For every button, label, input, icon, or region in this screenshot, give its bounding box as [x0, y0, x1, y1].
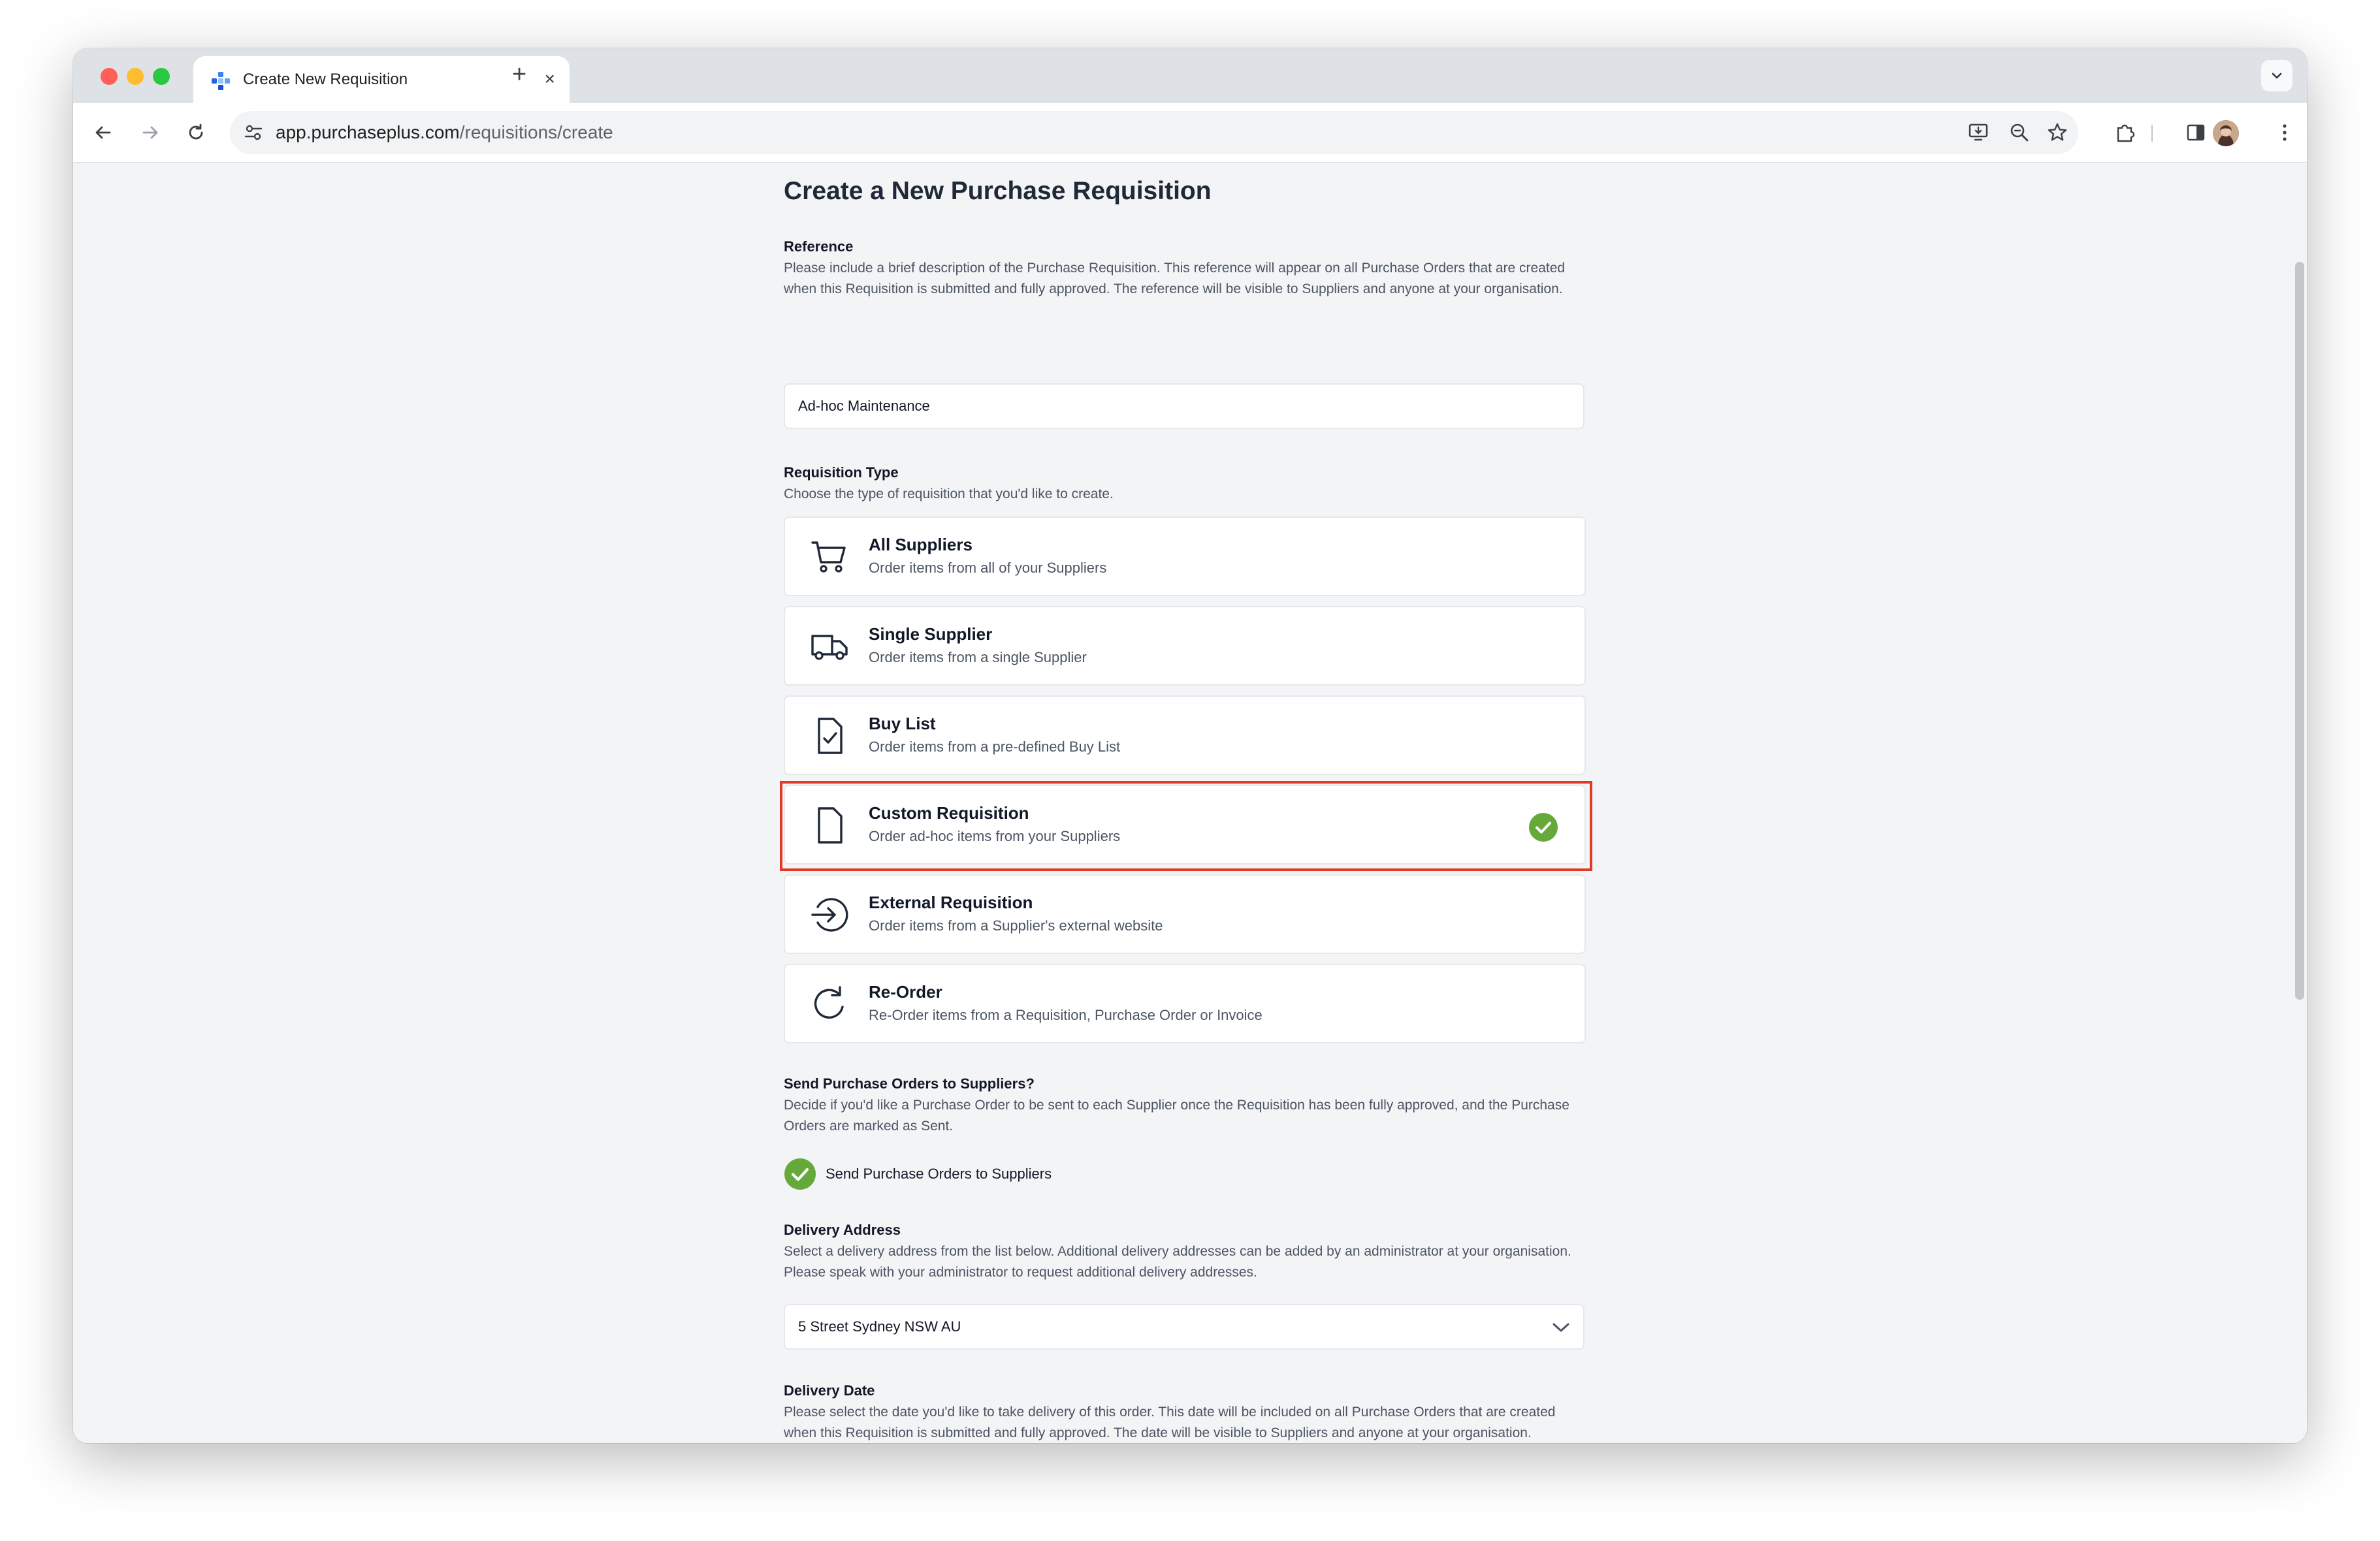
scrollbar[interactable] — [2292, 163, 2307, 1443]
reference-label: Reference — [784, 238, 854, 255]
check-circle-icon — [784, 1158, 816, 1190]
purchaseplus-favicon-icon — [212, 72, 230, 90]
option-buy-list[interactable]: Buy List Order items from a pre-defined … — [784, 695, 1586, 775]
minimize-window-button[interactable] — [127, 68, 144, 85]
chevron-down-icon — [2272, 72, 2282, 79]
send-po-help: Decide if you'd like a Purchase Order to… — [784, 1098, 1569, 1134]
option-description: Order items from a pre-defined Buy List — [869, 739, 1121, 755]
reference-value: Ad-hoc Maintenance — [798, 398, 930, 414]
maximize-window-button[interactable] — [153, 68, 170, 85]
option-description: Order items from a Supplier's external w… — [869, 917, 1163, 934]
send-po-toggle-label: Send Purchase Orders to Suppliers — [826, 1166, 1052, 1182]
url-host: app.purchaseplus.com — [276, 122, 460, 142]
puzzle-icon — [2117, 124, 2135, 142]
delivery-date-label: Delivery Date — [784, 1382, 875, 1399]
option-description: Re-Order items from a Requisition, Purch… — [869, 1007, 1262, 1023]
zoom-button[interactable] — [2008, 121, 2031, 144]
option-description: Order ad-hoc items from your Suppliers — [869, 828, 1121, 844]
site-settings-icon[interactable] — [243, 122, 264, 143]
option-all-suppliers[interactable]: All Suppliers Order items from all of yo… — [784, 516, 1586, 596]
avatar-icon — [2213, 120, 2239, 146]
requisition-type-help: Choose the type of requisition that you'… — [784, 486, 1114, 501]
toolbar-divider — [2151, 125, 2153, 142]
new-tab-button[interactable]: + — [512, 61, 526, 87]
document-icon — [818, 807, 843, 844]
star-icon — [2048, 123, 2067, 141]
send-po-label: Send Purchase Orders to Suppliers? — [784, 1075, 1035, 1092]
arrow-circle-right-icon — [811, 898, 848, 932]
cart-icon — [811, 541, 846, 573]
option-description: Order items from a single Supplier — [869, 649, 1087, 665]
install-app-button[interactable] — [1967, 121, 1991, 144]
delivery-address-value: 5 Street Sydney NSW AU — [798, 1318, 961, 1335]
option-title: All Suppliers — [869, 535, 973, 554]
arrow-right-icon — [142, 126, 158, 139]
browser-menu-button[interactable] — [2272, 119, 2298, 146]
reference-help: Please include a brief description of th… — [784, 261, 1566, 296]
option-custom-requisition[interactable]: Custom Requisition Order ad-hoc items fr… — [780, 781, 1592, 871]
delivery-date-help: Please select the date you'd like to tak… — [784, 1405, 1556, 1440]
reload-icon — [189, 123, 203, 140]
address-bar[interactable]: app.purchaseplus.com/requisitions/create — [230, 111, 2078, 154]
option-title: External Requisition — [869, 893, 1033, 912]
option-external-requisition[interactable]: External Requisition Order items from a … — [784, 874, 1586, 954]
delivery-address-label: Delivery Address — [784, 1222, 901, 1238]
truck-icon — [811, 635, 848, 660]
requisition-type-label: Requisition Type — [784, 464, 899, 481]
tab-strip: Create New Requisition × + — [73, 48, 2307, 103]
scrollbar-thumb[interactable] — [2295, 262, 2304, 1000]
zoom-out-icon — [2010, 123, 2029, 142]
option-description: Order items from all of your Suppliers — [869, 560, 1107, 576]
tab-search-button[interactable] — [2261, 60, 2292, 91]
tab-close-icon[interactable]: × — [545, 68, 555, 90]
option-title: Custom Requisition — [869, 803, 1029, 823]
selection-highlight — [780, 781, 1592, 871]
profile-avatar[interactable] — [2213, 120, 2239, 146]
tab-title: Create New Requisition — [243, 71, 408, 88]
close-window-button[interactable] — [101, 68, 118, 85]
side-panel-button[interactable] — [2183, 119, 2209, 146]
delivery-address-help: Select a delivery address from the list … — [784, 1244, 1571, 1280]
reference-input[interactable]: Ad-hoc Maintenance — [784, 383, 1584, 429]
selected-check-icon — [1529, 813, 1558, 842]
extensions-button[interactable] — [2112, 119, 2138, 146]
option-re-order[interactable]: Re-Order Re-Order items from a Requisiti… — [784, 964, 1586, 1043]
page-title: Create a New Purchase Requisition — [784, 177, 1212, 205]
document-check-icon — [818, 718, 843, 754]
url-text[interactable]: app.purchaseplus.com/requisitions/create — [276, 122, 613, 143]
install-app-icon — [1969, 123, 1988, 141]
delivery-address-select[interactable]: 5 Street Sydney NSW AU — [784, 1304, 1584, 1350]
browser-window: Create New Requisition × + app.purchasep… — [73, 48, 2307, 1443]
option-title: Single Supplier — [869, 624, 993, 644]
page-content: Create a New Purchase Requisition Refere… — [73, 163, 2307, 1443]
more-vertical-icon — [2283, 124, 2287, 141]
reload-button[interactable] — [183, 119, 209, 146]
chevron-down-icon — [1552, 1323, 1569, 1332]
url-path: /requisitions/create — [459, 122, 613, 142]
option-title: Re-Order — [869, 982, 942, 1002]
side-panel-icon — [2187, 124, 2205, 141]
browser-toolbar: app.purchaseplus.com/requisitions/create — [73, 103, 2307, 163]
refresh-icon — [814, 986, 844, 1019]
arrow-left-icon — [95, 126, 111, 139]
option-title: Buy List — [869, 714, 936, 733]
option-single-supplier[interactable]: Single Supplier Order items from a singl… — [784, 606, 1586, 686]
send-po-toggle[interactable]: Send Purchase Orders to Suppliers — [784, 1158, 1176, 1190]
back-button[interactable] — [90, 119, 116, 146]
forward-button[interactable] — [137, 119, 163, 146]
bookmark-button[interactable] — [2046, 121, 2069, 144]
